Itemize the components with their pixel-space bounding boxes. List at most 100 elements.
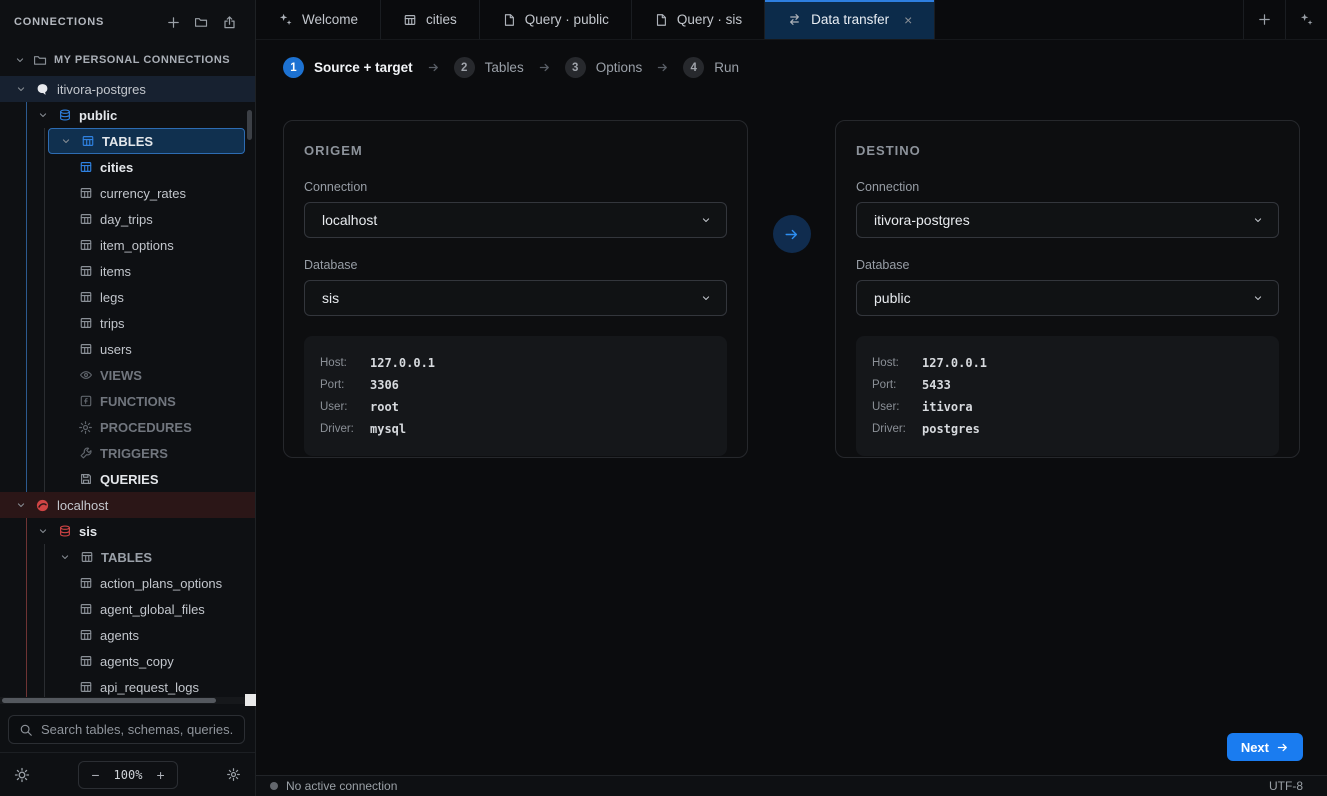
tree-vertical-scrollbar[interactable] — [247, 110, 252, 140]
detail-row: Port:3306 — [320, 374, 711, 396]
source-connection-select[interactable]: localhost — [304, 202, 727, 238]
export-connections-button[interactable] — [217, 10, 241, 34]
arrow-right-icon — [1276, 741, 1289, 754]
tree-item[interactable]: localhost — [0, 492, 255, 518]
step-source-target[interactable]: 1Source + target — [283, 57, 413, 78]
sidebar-resize-handle[interactable] — [245, 694, 256, 706]
add-connection-button[interactable] — [161, 10, 185, 34]
tree-item[interactable]: PROCEDURES — [0, 414, 255, 440]
tree-item[interactable]: items — [0, 258, 255, 284]
tree-item-label: PROCEDURES — [100, 420, 192, 435]
app-window: CONNECTIONS MY PERSONAL CONNECTIONS itiv… — [0, 0, 1327, 796]
function-icon — [78, 394, 93, 408]
close-tab-icon[interactable]: × — [904, 12, 912, 28]
detail-label: Port: — [872, 379, 922, 391]
detail-row: User:itivora — [872, 396, 1263, 418]
table-icon — [80, 134, 95, 148]
step-options[interactable]: 3Options — [565, 57, 643, 78]
table-icon — [78, 316, 93, 330]
data-transfer-content: ORIGEM Connection localhost Database sis… — [256, 95, 1327, 775]
tree-item[interactable]: trips — [0, 310, 255, 336]
step-tables[interactable]: 2Tables — [454, 57, 524, 78]
search-icon — [19, 723, 33, 737]
step-arrow-icon — [427, 61, 440, 74]
tree-item-label: legs — [100, 290, 124, 305]
tree-item[interactable]: cities — [0, 154, 255, 180]
tree-item[interactable]: sis — [0, 518, 255, 544]
tab-cities[interactable]: cities — [381, 0, 480, 39]
ai-assistant-button[interactable] — [1285, 0, 1327, 39]
tree-horizontal-scrollbar[interactable] — [0, 697, 246, 704]
zoom-out-button[interactable]: − — [89, 767, 101, 783]
new-tab-button[interactable] — [1243, 0, 1285, 39]
file-icon — [654, 13, 668, 27]
table-icon — [403, 13, 417, 27]
tree-item-label: action_plans_options — [100, 576, 222, 591]
tree-item[interactable]: VIEWS — [0, 362, 255, 388]
tree-item[interactable]: users — [0, 336, 255, 362]
transfer-direction-button[interactable] — [773, 215, 811, 253]
source-connection-value: localhost — [322, 212, 700, 228]
detail-row: Host:127.0.0.1 — [872, 352, 1263, 374]
tab-label: cities — [426, 12, 457, 27]
chevron-down-icon — [59, 135, 73, 147]
tree-item-label: item_options — [100, 238, 174, 253]
tree-item[interactable]: day_trips — [0, 206, 255, 232]
database-icon — [57, 108, 72, 122]
target-connection-select[interactable]: itivora-postgres — [856, 202, 1279, 238]
plus-icon — [166, 15, 181, 30]
new-folder-button[interactable] — [189, 10, 213, 34]
step-arrow-icon — [538, 61, 551, 74]
connection-status-icon — [270, 782, 278, 790]
tree-item[interactable]: agent_global_files — [0, 596, 255, 622]
chevron-down-icon — [58, 551, 72, 563]
theme-toggle-button[interactable] — [14, 767, 30, 783]
tab-welcome[interactable]: Welcome — [256, 0, 381, 39]
source-database-select[interactable]: sis — [304, 280, 727, 316]
detail-value: mysql — [370, 422, 406, 436]
tree-item-label: api_request_logs — [100, 680, 199, 695]
search-input[interactable] — [41, 722, 234, 737]
settings-button[interactable] — [226, 767, 241, 782]
connections-title: CONNECTIONS — [14, 16, 157, 28]
tree-item[interactable]: TABLES — [48, 128, 245, 154]
tree-item[interactable]: QUERIES — [0, 466, 255, 492]
tree-item[interactable]: legs — [0, 284, 255, 310]
tree-item[interactable]: itivora-postgres — [0, 76, 255, 102]
tab-data-transfer[interactable]: Data transfer× — [765, 0, 935, 39]
tree-item[interactable]: public — [0, 102, 255, 128]
source-connection-details: Host:127.0.0.1Port:3306User:rootDriver:m… — [304, 336, 727, 456]
scrollbar-thumb[interactable] — [2, 698, 216, 703]
step-arrow-icon — [656, 61, 669, 74]
status-message: No active connection — [286, 779, 397, 793]
tree-item[interactable]: currency_rates — [0, 180, 255, 206]
tree-item[interactable]: agents_copy — [0, 648, 255, 674]
tree-item-label: day_trips — [100, 212, 153, 227]
detail-label: Host: — [320, 357, 370, 369]
target-connection-value: itivora-postgres — [874, 212, 1252, 228]
tree-item[interactable]: TRIGGERS — [0, 440, 255, 466]
target-database-select[interactable]: public — [856, 280, 1279, 316]
status-bar: No active connection UTF-8 — [256, 775, 1327, 796]
tree-item[interactable]: action_plans_options — [0, 570, 255, 596]
gear-icon — [78, 420, 93, 435]
detail-value: 3306 — [370, 378, 399, 392]
tab-label: Welcome — [302, 12, 358, 27]
tab-query-sis[interactable]: Query · sis — [632, 0, 765, 39]
next-button[interactable]: Next — [1227, 733, 1303, 761]
detail-row: User:root — [320, 396, 711, 418]
zoom-in-button[interactable]: + — [154, 767, 166, 783]
chevron-down-icon — [14, 499, 28, 511]
tree-item-label: QUERIES — [100, 472, 159, 487]
tree-item[interactable]: FUNCTIONS — [0, 388, 255, 414]
tree-item[interactable]: TABLES — [0, 544, 255, 570]
detail-row: Driver:mysql — [320, 418, 711, 440]
tab-query-public[interactable]: Query · public — [480, 0, 632, 39]
detail-value: postgres — [922, 422, 980, 436]
tree-item[interactable]: item_options — [0, 232, 255, 258]
tree-item[interactable]: agents — [0, 622, 255, 648]
connections-group[interactable]: MY PERSONAL CONNECTIONS — [0, 44, 255, 76]
step-run[interactable]: 4Run — [683, 57, 739, 78]
database-icon — [57, 524, 72, 538]
table-icon — [79, 550, 94, 564]
